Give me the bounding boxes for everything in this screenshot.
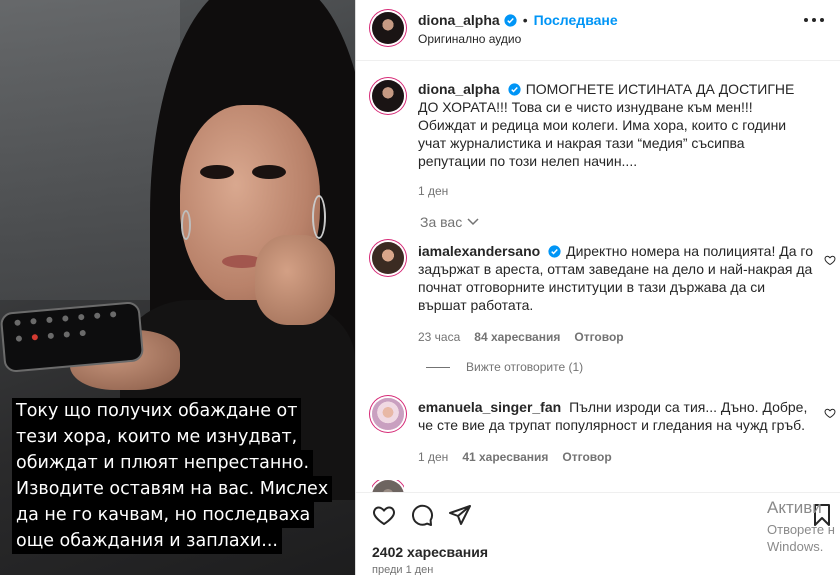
- video-earring: [312, 195, 326, 239]
- separator-dot: •: [522, 12, 528, 28]
- commenter-username[interactable]: emanuela_singer_fan: [418, 399, 561, 415]
- reply-button[interactable]: Отговор: [562, 448, 611, 466]
- view-replies-label: Вижте отговорите (1): [466, 360, 584, 374]
- replies-line: [426, 366, 450, 368]
- for-you-label: За вас: [420, 214, 463, 230]
- verified-badge-icon: [508, 83, 521, 96]
- video-phone: [0, 301, 145, 373]
- commenter-avatar[interactable]: [372, 398, 404, 430]
- caption-line: да не го качвам, но последваха: [12, 502, 315, 528]
- view-replies-button[interactable]: Вижте отговорите (1): [426, 360, 583, 374]
- like-comment-heart-icon[interactable]: [824, 407, 836, 419]
- more-options-icon[interactable]: [804, 18, 824, 24]
- reply-button[interactable]: Отговор: [574, 328, 623, 346]
- caption-timestamp[interactable]: 1 ден: [418, 182, 448, 200]
- comment-item: iamalexandersano Директно номера на полиц…: [372, 242, 813, 346]
- post-sidebar: diona_alpha • Последване Оригинално ауди…: [355, 0, 840, 575]
- caption-line: още обаждания и заплахи...: [12, 528, 282, 554]
- author-username[interactable]: diona_alpha: [418, 12, 500, 28]
- like-heart-icon[interactable]: [372, 503, 396, 527]
- like-comment-heart-icon[interactable]: [824, 254, 836, 266]
- reel-video[interactable]: Току що получих обаждане от тези хора, к…: [0, 0, 355, 575]
- caption-line: тези хора, които ме изнудват,: [12, 424, 302, 450]
- video-person-eye-left: [200, 165, 234, 179]
- comment-item: emanuela_singer_fan Пълни изроди са тия.…: [372, 398, 813, 466]
- phone-keypad-icon: [14, 310, 125, 342]
- post-actions: [372, 503, 472, 527]
- comment-likes[interactable]: 84 харесвания: [474, 328, 560, 346]
- actions-divider: [356, 492, 840, 493]
- caption-author-avatar[interactable]: [372, 80, 404, 112]
- commenter-avatar[interactable]: [372, 242, 404, 274]
- caption-username[interactable]: diona_alpha: [418, 81, 500, 97]
- comment-bubble-icon[interactable]: [410, 503, 434, 527]
- commenter-username[interactable]: iamalexandersano: [418, 243, 540, 259]
- comment-timestamp[interactable]: 23 часа: [418, 328, 460, 346]
- video-earring-left: [181, 210, 191, 240]
- post-header: diona_alpha • Последване Оригинално ауди…: [372, 12, 618, 46]
- caption-line: Изводите оставям на вас. Мислех: [12, 476, 333, 502]
- comment-likes[interactable]: 41 харесвания: [462, 448, 548, 466]
- original-audio-link[interactable]: Оригинално аудио: [418, 32, 618, 46]
- save-bookmark-icon[interactable]: [810, 503, 834, 527]
- caption-line: обиждат и плюят непрестанно.: [12, 450, 314, 476]
- chevron-down-icon: [467, 218, 479, 226]
- commenter-avatar[interactable]: [372, 480, 404, 492]
- video-caption: Току що получих обаждане от тези хора, к…: [12, 398, 342, 554]
- video-person-hand: [255, 235, 335, 325]
- video-person-eye-right: [252, 165, 286, 179]
- caption-line: Току що получих обаждане от: [12, 398, 302, 424]
- header-divider: [356, 60, 840, 61]
- comment-timestamp[interactable]: 1 ден: [418, 448, 448, 466]
- posted-timestamp: преди 1 ден: [372, 564, 434, 575]
- for-you-filter[interactable]: За вас: [420, 214, 479, 230]
- likes-count[interactable]: 2402 харесвания: [372, 544, 488, 560]
- share-paper-plane-icon[interactable]: [448, 503, 472, 527]
- follow-button[interactable]: Последване: [534, 12, 618, 28]
- verified-badge-icon: [504, 13, 517, 27]
- post-caption: diona_alpha ПОМОГНЕТЕ ИСТИНАТА ДА ДОСТИГН…: [372, 80, 813, 200]
- author-avatar[interactable]: [372, 12, 404, 44]
- verified-badge-icon: [548, 245, 561, 258]
- comment-item-partial: [372, 480, 404, 492]
